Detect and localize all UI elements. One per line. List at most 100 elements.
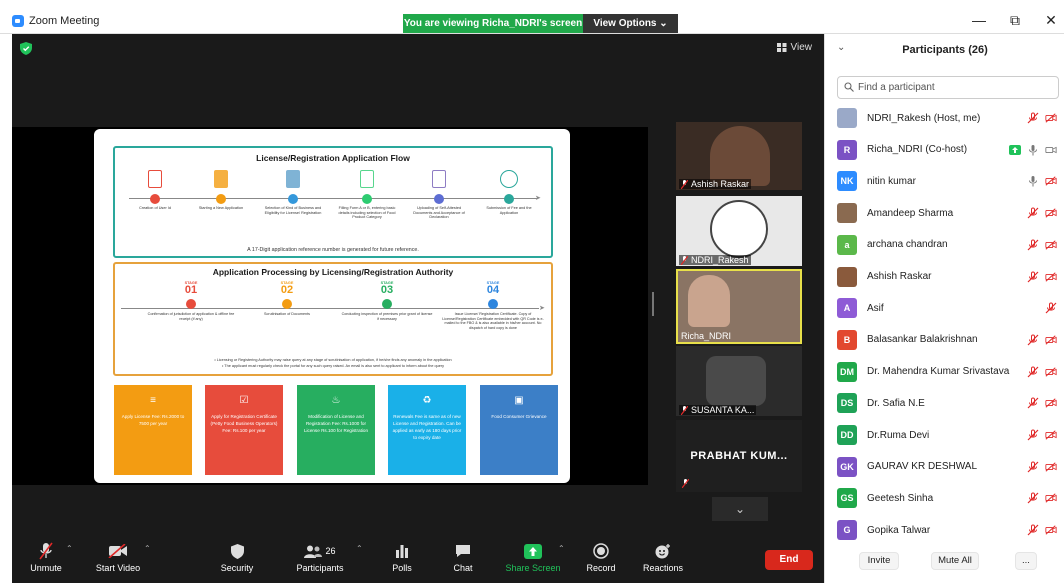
video-off-icon xyxy=(108,544,127,558)
mic-muted-icon xyxy=(1027,239,1039,251)
start-video-button[interactable]: Start Video xyxy=(92,542,144,573)
participant-row[interactable]: GS Geetesh Sinha xyxy=(837,484,1064,512)
card-icon: ☑ xyxy=(239,395,249,406)
video-off-icon xyxy=(1045,113,1057,123)
stage-dot xyxy=(382,299,392,309)
participant-name: Dr. Mahendra Kumar Srivastava xyxy=(867,366,1010,378)
scroll-thumbnails-down-button[interactable]: ⌄ xyxy=(712,497,768,521)
new-application-icon xyxy=(214,170,228,188)
participant-row[interactable]: GK GAURAV KR DESHWAL xyxy=(837,453,1064,481)
participant-status-icons xyxy=(1027,366,1057,378)
panel-header: ⌄ Participants (26) xyxy=(825,34,1064,66)
card-text: Apply for Registration Certificate (Pett… xyxy=(210,414,278,433)
video-off-icon xyxy=(1045,493,1057,504)
view-options-button[interactable]: View Options ⌄ xyxy=(583,14,678,33)
avatar: GK xyxy=(837,456,857,477)
participant-status-icons xyxy=(1027,175,1057,187)
window-title: Zoom Meeting xyxy=(29,15,100,27)
participant-row[interactable]: DS Dr. Safia N.E xyxy=(837,389,1064,417)
avatar: A xyxy=(837,298,857,319)
video-options-caret-icon[interactable]: ⌃ xyxy=(144,544,151,553)
security-button[interactable]: Security xyxy=(214,542,260,573)
record-button[interactable]: Record xyxy=(582,542,620,573)
apply-license-card: ≡ Apply License Fee: Rs.2000 to 7500 per… xyxy=(114,385,192,475)
grievance-card: ▣ Food Consumer Grievance xyxy=(480,385,558,475)
stage-text: Issue License/ Registration Certificate.… xyxy=(442,312,544,330)
video-off-icon xyxy=(1045,398,1057,408)
participant-row[interactable]: DM Dr. Mahendra Kumar Srivastava xyxy=(837,358,1064,386)
reactions-button[interactable]: Reactions xyxy=(640,542,686,573)
card-icon: ♨ xyxy=(331,395,341,406)
participant-row[interactable]: a archana chandran xyxy=(837,231,1064,259)
splitter-handle[interactable] xyxy=(652,292,654,316)
participant-row[interactable]: Ashish Raskar xyxy=(837,263,1064,291)
participant-name: NDRI_Rakesh (Host, me) xyxy=(867,112,981,124)
participant-row[interactable]: G Gopika Talwar xyxy=(837,516,1064,544)
flow-step: Filling Form A or B, entering basic deta… xyxy=(337,170,397,220)
flow-dot xyxy=(434,194,444,204)
video-thumbnail[interactable]: PRABHAT KUM... xyxy=(676,420,802,492)
participant-row[interactable]: B Balasankar Balakrishnan xyxy=(837,326,1064,354)
video-thumbnail[interactable]: NDRI_Rakesh xyxy=(676,196,802,266)
encryption-shield-icon[interactable] xyxy=(20,42,32,55)
video-thumbnail[interactable]: Ashish Raskar xyxy=(676,122,802,190)
mic-muted-icon xyxy=(681,405,688,415)
participant-row[interactable]: Amandeep Sharma xyxy=(837,199,1064,227)
search-placeholder: Find a participant xyxy=(858,82,935,93)
polls-button[interactable]: Polls xyxy=(384,542,420,573)
participant-photo xyxy=(710,126,770,186)
video-off-icon xyxy=(1045,208,1057,218)
video-off-icon xyxy=(1045,366,1057,377)
participant-status-icons xyxy=(1027,461,1057,473)
share-options-caret-icon[interactable]: ⌃ xyxy=(558,544,565,553)
participant-search-input[interactable]: Find a participant xyxy=(837,76,1059,99)
thumbnail-name: Richa_NDRI xyxy=(681,331,732,341)
participant-row[interactable]: DD Dr.Ruma Devi xyxy=(837,421,1064,449)
shared-screen: License/Registration Application Flow ➤ … xyxy=(12,127,648,485)
participant-row[interactable]: R Richa_NDRI (Co-host) xyxy=(837,136,1064,164)
view-layout-button[interactable]: View xyxy=(776,42,812,53)
avatar: DS xyxy=(837,393,857,414)
flow-step-text: Uploading of Self-Attested Documents and… xyxy=(413,206,465,220)
stage-number: 03 xyxy=(380,284,394,296)
mute-all-button[interactable]: Mute All xyxy=(931,552,979,570)
mic-muted-icon xyxy=(1045,302,1057,314)
chat-button[interactable]: Chat xyxy=(446,542,480,573)
minimize-button[interactable]: — xyxy=(964,12,994,28)
user-id-icon xyxy=(148,170,162,188)
participant-status-icons xyxy=(1027,397,1057,409)
participant-status-icons xyxy=(1027,271,1057,283)
participants-options-caret-icon[interactable]: ⌃ xyxy=(356,544,363,553)
record-icon xyxy=(593,543,609,559)
unmute-button[interactable]: Unmute xyxy=(22,542,70,573)
card-text: Food Consumer Grievance xyxy=(491,414,547,419)
video-thumbnail[interactable]: SUSANTA KA... xyxy=(676,346,802,416)
restore-button[interactable]: ⧉ xyxy=(1000,12,1030,29)
end-meeting-button[interactable]: End xyxy=(765,550,813,570)
participant-name: Geetesh Sinha xyxy=(867,492,934,504)
share-screen-icon xyxy=(524,543,542,559)
processing-title: Application Processing by Licensing/Regi… xyxy=(212,267,454,277)
thumbnail-name: PRABHAT KUM... xyxy=(690,450,788,462)
mic-muted-icon xyxy=(1027,112,1039,124)
share-screen-button[interactable]: Share Screen xyxy=(502,542,564,573)
close-button[interactable]: ✕ xyxy=(1036,12,1064,29)
polls-icon xyxy=(396,545,408,558)
participant-row[interactable]: A Asif xyxy=(837,294,1064,322)
more-options-button[interactable]: ... xyxy=(1015,552,1037,570)
active-speaker-thumbnail[interactable]: Richa_NDRI xyxy=(676,269,802,344)
stage-dot xyxy=(186,299,196,309)
participant-row[interactable]: NK nitin kumar xyxy=(837,167,1064,195)
record-label: Record xyxy=(586,563,616,573)
panel-title: Participants (26) xyxy=(902,44,988,56)
participant-row[interactable]: NDRI_Rakesh (Host, me) xyxy=(837,104,1064,132)
participants-icon xyxy=(304,545,323,558)
flow-title: License/Registration Application Flow xyxy=(256,153,410,163)
audio-options-caret-icon[interactable]: ⌃ xyxy=(66,544,73,553)
flow-step: Submission of Fee and the Application xyxy=(479,170,539,215)
apply-registration-card: ☑ Apply for Registration Certificate (Pe… xyxy=(205,385,283,475)
invite-button[interactable]: Invite xyxy=(859,552,899,570)
participants-button[interactable]: 26 Participants xyxy=(292,542,348,573)
participant-photo xyxy=(706,356,766,406)
stage-number: 04 xyxy=(486,284,500,296)
